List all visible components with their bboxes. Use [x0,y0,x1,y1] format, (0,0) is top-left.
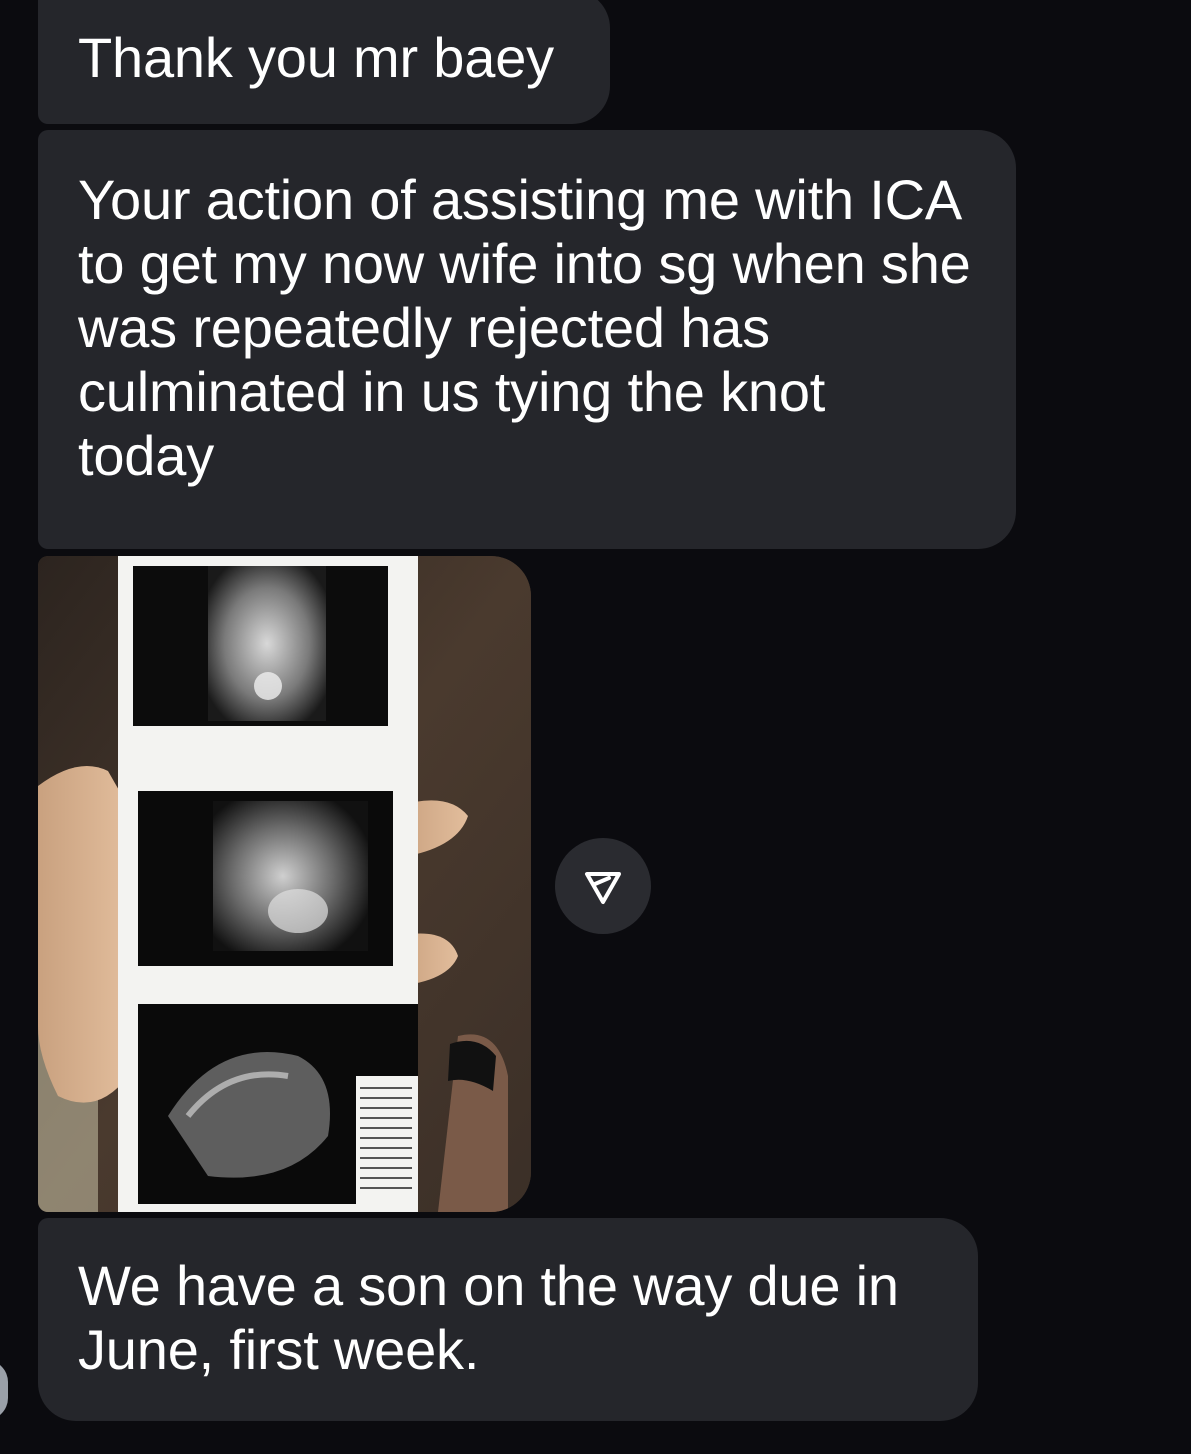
message-bubble[interactable]: Thank you mr baey [38,0,610,124]
message-text: We have a son on the way due in June, fi… [78,1254,899,1381]
chat-thread: Thank you mr baey Your action of assisti… [0,0,1191,1454]
share-icon [585,872,621,904]
avatar[interactable] [0,1360,8,1420]
message-bubble[interactable]: Your action of assisting me with ICA to … [38,130,1016,549]
message-text: Thank you mr baey [78,26,554,89]
message-photo[interactable] [38,556,531,1212]
message-text: Your action of assisting me with ICA to … [78,168,971,487]
message-bubble[interactable]: We have a son on the way due in June, fi… [38,1218,978,1421]
share-button[interactable] [555,838,651,934]
ultrasound-photo [38,556,531,1212]
